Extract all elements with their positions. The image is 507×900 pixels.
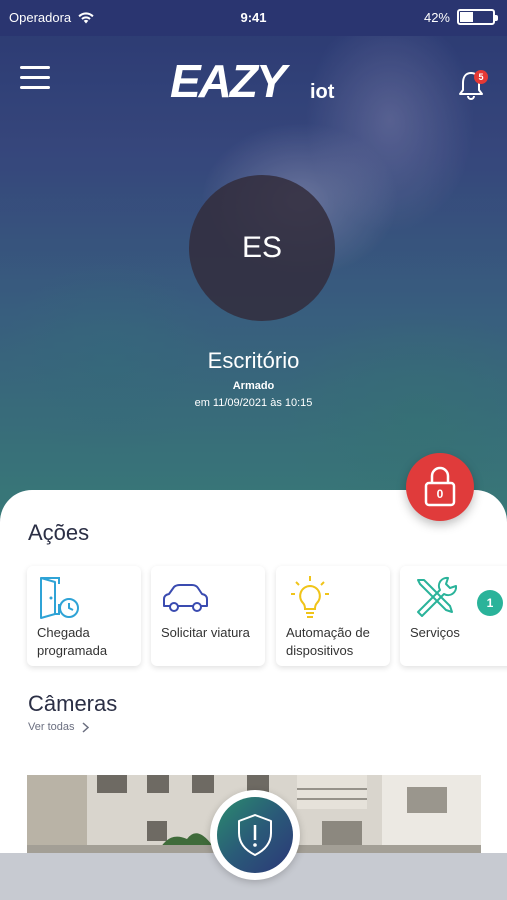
notification-badge: 5 bbox=[474, 70, 488, 84]
action-label: Chegada programada bbox=[37, 625, 108, 658]
alarm-status: Armado bbox=[232, 380, 275, 392]
status-timestamp: em 11/09/2021 às 10:15 bbox=[194, 397, 313, 409]
battery-icon bbox=[457, 9, 498, 25]
see-all-label: Ver todas bbox=[28, 721, 75, 733]
battery-info: 42% bbox=[423, 9, 498, 25]
car-icon bbox=[163, 584, 208, 612]
menu-button[interactable] bbox=[20, 66, 50, 90]
shield-alert-icon bbox=[238, 814, 272, 856]
action-label: Solicitar viatura bbox=[161, 625, 250, 640]
door-clock-icon bbox=[40, 577, 79, 619]
battery-percent: 42% bbox=[423, 9, 450, 25]
action-card-viatura[interactable]: Solicitar viatura bbox=[151, 566, 265, 666]
lock-count: 0 bbox=[436, 487, 444, 501]
action-card-automacao[interactable]: Automação de dispositivos bbox=[276, 566, 390, 666]
actions-title: Ações bbox=[28, 520, 90, 545]
action-card-servicos[interactable]: Serviços bbox=[400, 566, 507, 666]
battery-level bbox=[460, 12, 473, 22]
logo-wordmark: EAZY bbox=[170, 55, 287, 107]
panic-shield-button[interactable] bbox=[210, 790, 300, 880]
action-label: Automação de dispositivos bbox=[286, 625, 370, 658]
tools-icon bbox=[417, 576, 458, 617]
chevron-right-icon bbox=[82, 721, 90, 733]
actions-count-badge[interactable]: 1 bbox=[477, 590, 503, 616]
see-all-cameras-link[interactable]: Ver todas bbox=[28, 721, 90, 733]
action-card-chegada[interactable]: Chegada programada bbox=[27, 566, 141, 666]
eazy-iot-logo: EAZY iot bbox=[170, 56, 340, 106]
lock-button[interactable]: 0 bbox=[406, 453, 474, 521]
cameras-title: Câmeras bbox=[28, 691, 118, 716]
action-label: Serviços bbox=[410, 625, 460, 640]
lightbulb-icon bbox=[291, 576, 329, 618]
avatar[interactable]: ES bbox=[189, 175, 335, 321]
location-name: Escritório bbox=[207, 348, 300, 373]
logo-suffix: iot bbox=[310, 81, 335, 103]
status-bar: Operadora 9:41 42% bbox=[0, 0, 507, 36]
